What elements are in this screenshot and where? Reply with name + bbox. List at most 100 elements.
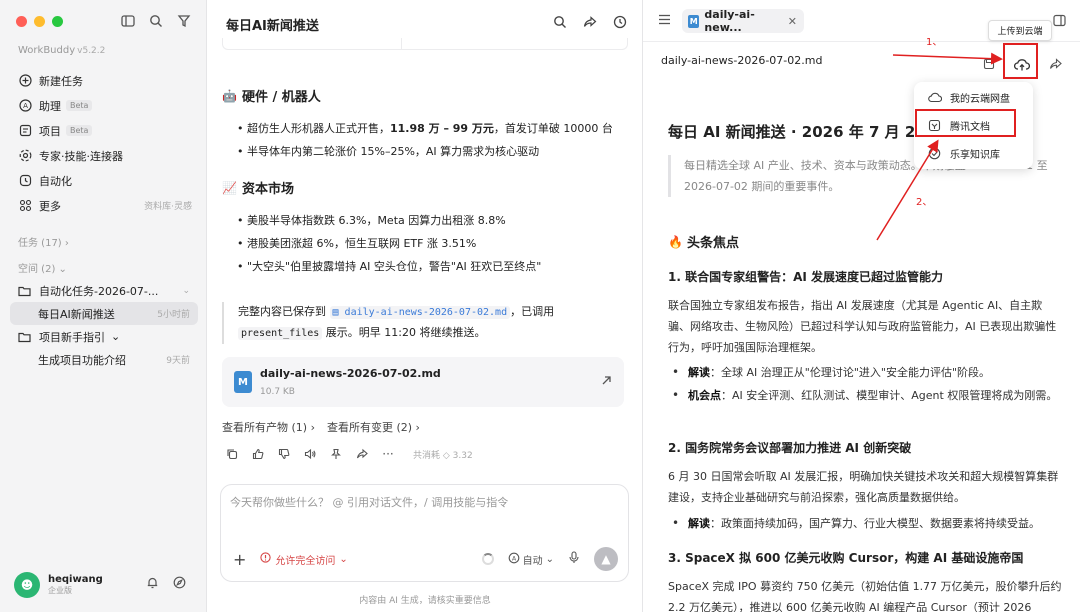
nav-automation[interactable]: 自动化 — [10, 168, 198, 193]
share-icon[interactable] — [355, 447, 369, 461]
brand-name: WorkBuddy — [18, 45, 76, 56]
file-link-text: daily-ai-news-2026-07-02.md — [344, 307, 508, 318]
list-item: 解读：全球 AI 治理正从"伦理讨论"进入"安全能力评估"阶段。 — [668, 362, 1063, 383]
spaces-section-label[interactable]: 空间 (2) ⌄ — [18, 260, 67, 275]
chart-up-icon: 📈 — [222, 180, 237, 195]
tasks-section-label[interactable]: 任务 (17) › — [18, 234, 69, 249]
file-size: 10.7 KB — [260, 387, 295, 397]
nav-experts[interactable]: 专家·技能·连接器 — [10, 143, 198, 168]
brand: WorkBuddy v5.2.2 — [18, 45, 105, 56]
nav-label: 更多 — [39, 199, 61, 213]
space-item-generate-intro[interactable]: 生成项目功能介绍 9天前 — [10, 348, 198, 371]
space-folder-automation[interactable]: 自动化任务-2026-07-... ⌄ — [10, 279, 198, 302]
search-icon[interactable] — [148, 13, 164, 29]
section-2-list: 解读：政策面持续加码，国产算力、行业大模型、数据要素将持续受益。 — [668, 513, 1063, 536]
menu-item-label: 我的云端网盘 — [950, 93, 1010, 105]
search-icon[interactable] — [552, 14, 568, 30]
menu-item-my-cloud-drive[interactable]: 我的云端网盘 — [914, 84, 1033, 110]
item-text: ：AI 安全评测、红队测试、模型审计、Agent 权限管理将成为刚需。 — [721, 389, 1058, 402]
zoom-window-button[interactable] — [52, 16, 63, 27]
note-text: ，已调用 — [510, 305, 555, 318]
list-item: 解读：政策面持续加码，国产算力、行业大模型、数据要素将持续受益。 — [668, 513, 1063, 534]
composer[interactable]: 今天帮你做些什么？ @ 引用对话文件，/ 调用技能与指令 + 允许完全访问 ⌄ … — [220, 484, 629, 582]
beta-badge: Beta — [66, 100, 93, 111]
tool-name: present_files — [238, 327, 323, 340]
composer-input[interactable]: 今天帮你做些什么？ @ 引用对话文件，/ 调用技能与指令 — [230, 494, 508, 510]
view-outputs-link[interactable]: 查看所有产物 (1) › — [222, 419, 315, 435]
more-icon[interactable]: ··· — [381, 447, 395, 461]
nav-label: 项目 — [39, 124, 61, 138]
document-path: daily-ai-news-2026-07-02.md — [661, 54, 823, 67]
annotation-step-2: 2、 — [916, 197, 933, 208]
section-1-body: 联合国独立专家组发布报告，指出 AI 发展速度（尤其是 Agentic AI、自… — [668, 299, 1057, 354]
nav-assistant[interactable]: A 助理 Beta — [10, 93, 198, 118]
result-links: 查看所有产物 (1) › 查看所有变更 (2) › — [222, 419, 420, 435]
speaker-icon[interactable] — [303, 447, 317, 461]
permission-selector[interactable]: 允许完全访问 ⌄ — [260, 552, 348, 567]
cloud-icon — [928, 92, 944, 103]
file-link[interactable]: ▤ daily-ai-news-2026-07-02.md — [329, 306, 511, 319]
copy-icon[interactable] — [225, 447, 239, 461]
list-item: 超仿生人形机器人正式开售，11.98 万 – 99 万元，首发订单破 10000… — [237, 117, 627, 140]
chat-title: 每日AI新闻推送 — [226, 19, 319, 34]
document-tab[interactable]: M daily-ai-new... ✕ — [682, 8, 804, 34]
view-changes-link[interactable]: 查看所有变更 (2) › — [327, 419, 420, 435]
list-item: 美股半导体指数跌 6.3%，Meta 因算力出租涨 8.8% — [237, 209, 627, 232]
chevron-down-icon[interactable]: ⌄ — [182, 286, 198, 296]
close-icon[interactable]: ✕ — [788, 15, 797, 28]
open-external-icon[interactable] — [601, 375, 612, 389]
message-actions: ··· 共消耗 ◇ 3.32 — [225, 447, 473, 461]
thumbs-up-icon[interactable] — [251, 447, 265, 461]
mode-selector[interactable]: A 自动 ⌄ — [508, 552, 554, 567]
mode-label: 自动 — [522, 555, 543, 567]
menu-item-lexiang-kb[interactable]: 乐享知识库 — [914, 140, 1033, 166]
space-list: 自动化任务-2026-07-... ⌄ 每日AI新闻推送 5小时前 项目新手指引… — [10, 279, 198, 371]
file-name: daily-ai-news-2026-07-02.md — [260, 367, 441, 380]
sidebar-nav: 新建任务 A 助理 Beta 项目 Beta 专家·技能·连接器 自动化 更多 … — [10, 68, 198, 218]
expert-icon — [18, 149, 32, 163]
share-icon[interactable] — [1049, 57, 1062, 73]
bell-icon[interactable] — [146, 576, 159, 592]
permission-label: 允许完全访问 — [275, 555, 336, 567]
item-text: 超仿生人形机器人正式开售， — [247, 122, 390, 135]
grid-icon — [18, 199, 32, 213]
compass-icon[interactable] — [173, 576, 186, 592]
nav-project[interactable]: 项目 Beta — [10, 118, 198, 143]
file-card[interactable]: M daily-ai-news-2026-07-02.md 10.7 KB — [222, 357, 624, 407]
send-button[interactable]: ▲ — [594, 547, 618, 571]
nav-more[interactable]: 更多 资料库·灵感 — [10, 193, 198, 218]
close-window-button[interactable] — [16, 16, 27, 27]
microphone-icon[interactable] — [568, 551, 580, 567]
history-icon[interactable] — [612, 14, 628, 30]
nav-new-task[interactable]: 新建任务 — [10, 68, 198, 93]
space-item-daily-ai-news[interactable]: 每日AI新闻推送 5小时前 — [10, 302, 198, 325]
minimize-window-button[interactable] — [34, 16, 45, 27]
thumbs-down-icon[interactable] — [277, 447, 291, 461]
pin-icon[interactable] — [329, 447, 343, 461]
nav-label: 专家·技能·连接器 — [39, 149, 123, 163]
sidebar-toolbar — [120, 13, 192, 29]
section-3-body: SpaceX 完成 IPO 募资约 750 亿美元（初始估值 1.77 万亿美元… — [668, 580, 1062, 612]
chat-header-actions — [552, 14, 628, 30]
user-profile[interactable]: ☻ heqiwang 企业版 — [14, 572, 103, 598]
project-icon — [18, 124, 32, 138]
user-info: heqiwang 企业版 — [48, 574, 103, 596]
user-plan: 企业版 — [48, 586, 72, 595]
nav-label: 自动化 — [39, 174, 72, 188]
share-icon[interactable] — [582, 14, 598, 30]
save-icon[interactable] — [983, 58, 995, 73]
chevron-down-icon[interactable]: ⌄ — [111, 330, 120, 343]
item-label: 机会点 — [688, 389, 721, 402]
space-label: 自动化任务-2026-07-... — [39, 284, 159, 298]
upload-tooltip: 上传到云端 — [988, 20, 1052, 41]
headline-heading: 🔥 头条焦点 — [668, 232, 739, 252]
space-folder-onboarding[interactable]: 项目新手指引 ⌄ — [10, 325, 198, 348]
filter-icon[interactable] — [176, 13, 192, 29]
hardware-list: 超仿生人形机器人正式开售，11.98 万 – 99 万元，首发订单破 10000… — [237, 117, 627, 163]
folder-icon — [18, 330, 32, 344]
space-label: 生成项目功能介绍 — [38, 353, 126, 367]
sidebar-toggle-icon[interactable] — [120, 13, 136, 29]
menu-icon[interactable] — [658, 14, 671, 28]
add-attachment-button[interactable]: + — [233, 550, 246, 569]
panel-toggle-icon[interactable] — [1053, 14, 1066, 30]
